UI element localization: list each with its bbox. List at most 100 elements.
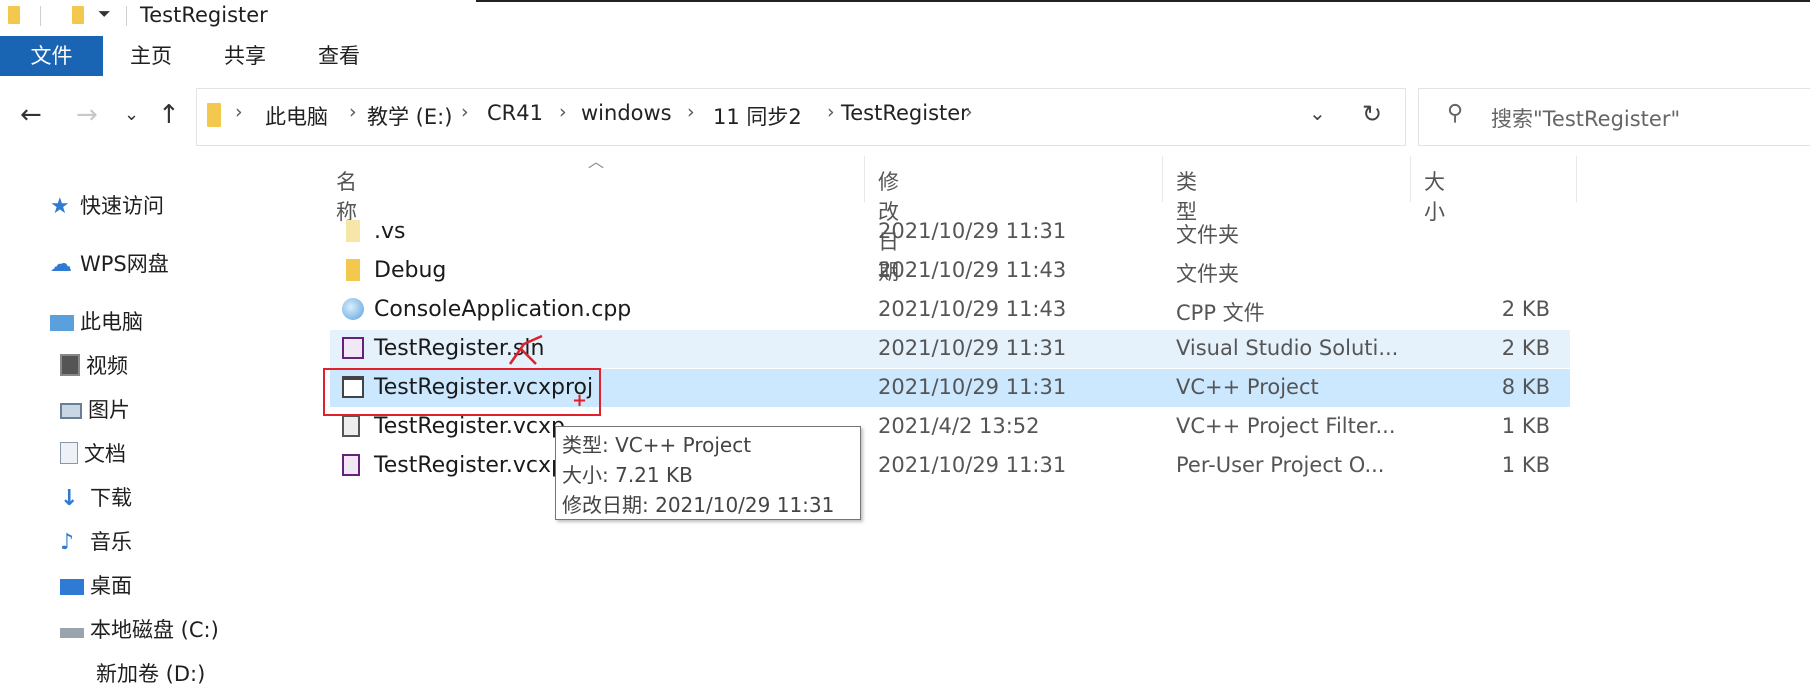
sidebar-item-downloads[interactable]: ↓ 下载 [60,482,132,516]
file-name: TestRegister.vcxp [374,453,565,478]
star-icon: ★ [50,194,70,219]
video-icon [60,354,80,376]
cpp-file-icon [342,298,364,320]
picture-icon [60,403,82,419]
navigation-pane: ★ 快速访问 ☁ WPS网盘 此电脑 视频 图片 文档 ↓ 下载 ♪ 音乐 桌面 本地磁… [0,150,300,686]
annotation-pen-mark-icon [508,334,543,365]
customize-toolbar-icon[interactable]: ⏷ [98,4,111,24]
folder-icon [207,103,221,127]
breadcrumb-chevron-icon[interactable]: › [461,101,469,123]
sidebar-item-drive-d[interactable]: 新加卷 (D:) [96,658,205,692]
file-type: 文件夹 [1176,262,1239,286]
tab-home[interactable]: 主页 [116,36,186,76]
breadcrumb-chevron-icon[interactable]: › [349,101,357,123]
up-arrow-icon[interactable]: ↑ [158,100,180,130]
toolbar-separator [126,6,127,26]
forward-arrow-icon[interactable]: → [76,100,98,130]
sidebar-item-label: 新加卷 (D:) [96,662,206,686]
sidebar-item-label: WPS网盘 [80,252,169,276]
sidebar-item-videos[interactable]: 视频 [60,350,128,384]
cursor-crosshair-icon: + [572,390,588,411]
file-row[interactable]: ConsoleApplication.cpp 2021/10/29 11:43 … [330,291,1570,329]
breadcrumb-chevron-icon[interactable]: › [965,101,973,123]
breadcrumb-chevron-icon[interactable]: › [235,101,243,123]
sidebar-item-label: 音乐 [90,530,132,554]
breadcrumb-windows[interactable]: windows [581,101,672,125]
file-modified: 2021/10/29 11:31 [878,453,1067,477]
file-modified: 2021/10/29 11:43 [878,258,1067,282]
sidebar-item-pictures[interactable]: 图片 [60,394,130,428]
toolbar-separator [40,6,41,26]
tab-file[interactable]: 文件 [0,36,103,76]
file-type: Per-User Project O... [1176,453,1385,477]
file-modified: 2021/4/2 13:52 [878,414,1040,438]
sidebar-item-quick-access[interactable]: ★ 快速访问 [50,190,164,224]
file-name: TestRegister.vcxp [374,414,565,439]
recent-locations-chevron-icon[interactable]: ⌄ [124,104,139,125]
filters-file-icon [342,415,360,437]
sidebar-item-desktop[interactable]: 桌面 [60,570,132,604]
music-icon: ♪ [60,530,75,555]
file-row[interactable]: Debug 2021/10/29 11:43 文件夹 [330,252,1570,290]
column-divider[interactable] [1162,156,1163,202]
back-arrow-icon[interactable]: ← [20,100,42,130]
breadcrumb-chevron-icon[interactable]: › [687,101,695,123]
navigation-bar: ← → ⌄ ↑ › 此电脑 › 教学 (E:) › CR41 › windows… [0,86,1810,148]
sidebar-item-label: 文档 [84,442,126,466]
breadcrumb-sync2[interactable]: 11 同步2 [713,101,802,131]
tab-share[interactable]: 共享 [210,36,280,76]
file-size: 8 KB [1501,375,1550,399]
file-name: .vs [374,219,406,244]
sidebar-item-label: 本地磁盘 (C:) [90,618,219,642]
search-box[interactable]: ⚲ 搜索"TestRegister" [1418,88,1810,146]
breadcrumb-cr41[interactable]: CR41 [487,101,543,125]
sidebar-item-this-pc[interactable]: 此电脑 [50,306,143,340]
breadcrumb-this-pc[interactable]: 此电脑 [265,101,328,131]
document-icon [60,442,78,464]
file-name: ConsoleApplication.cpp [374,297,632,322]
tooltip-type: 类型: VC++ Project [562,433,752,457]
file-size: 1 KB [1501,453,1550,477]
file-modified: 2021/10/29 11:31 [878,219,1067,243]
file-modified: 2021/10/29 11:31 [878,375,1067,399]
file-type: CPP 文件 [1176,301,1265,325]
sidebar-item-wps-cloud[interactable]: ☁ WPS网盘 [50,248,169,282]
file-row[interactable]: .vs 2021/10/29 11:31 文件夹 [330,213,1570,251]
column-divider[interactable] [1576,156,1577,202]
sidebar-item-label: 快速访问 [80,194,164,218]
file-size: 1 KB [1501,414,1550,438]
file-type: 文件夹 [1176,223,1239,247]
refresh-icon[interactable]: ↻ [1362,100,1382,128]
file-info-tooltip: 类型: VC++ Project 大小: 7.21 KB 修改日期: 2021/… [555,426,861,520]
folder-icon [346,259,360,281]
file-row[interactable]: TestRegister.vcxp 2021/10/29 11:31 Per-U… [330,447,1570,485]
file-size: 2 KB [1501,297,1550,321]
breadcrumb-testregister[interactable]: TestRegister [841,101,969,125]
address-bar[interactable]: › 此电脑 › 教学 (E:) › CR41 › windows › 11 同步… [196,88,1406,146]
file-modified: 2021/10/29 11:43 [878,297,1067,321]
quick-access-folder-icon[interactable] [72,6,84,24]
computer-icon [50,315,74,331]
file-type: Visual Studio Soluti... [1176,336,1399,360]
file-type: VC++ Project [1176,375,1319,399]
file-name: Debug [374,258,447,283]
annotation-highlight-box [323,368,601,416]
file-modified: 2021/10/29 11:31 [878,336,1067,360]
sort-ascending-icon: ︿ [588,152,605,171]
sidebar-item-label: 下载 [90,486,132,510]
sidebar-item-documents[interactable]: 文档 [60,438,126,472]
tab-view[interactable]: 查看 [304,36,374,76]
folder-icon [8,6,20,24]
address-dropdown-chevron-icon[interactable]: ⌄ [1309,101,1326,125]
column-divider[interactable] [864,156,865,202]
ribbon-tabs: 文件 主页 共享 查看 [0,36,1810,78]
column-divider[interactable] [1410,156,1411,202]
sidebar-item-music[interactable]: ♪ 音乐 [60,526,132,560]
breadcrumb-chevron-icon[interactable]: › [827,101,835,123]
solution-file-icon [342,337,364,359]
breadcrumb-chevron-icon[interactable]: › [559,101,567,123]
tooltip-modified: 修改日期: 2021/10/29 11:31 [562,493,835,517]
sidebar-item-drive-c[interactable]: 本地磁盘 (C:) [60,614,219,648]
user-file-icon [342,454,360,476]
breadcrumb-drive-e[interactable]: 教学 (E:) [367,101,452,131]
